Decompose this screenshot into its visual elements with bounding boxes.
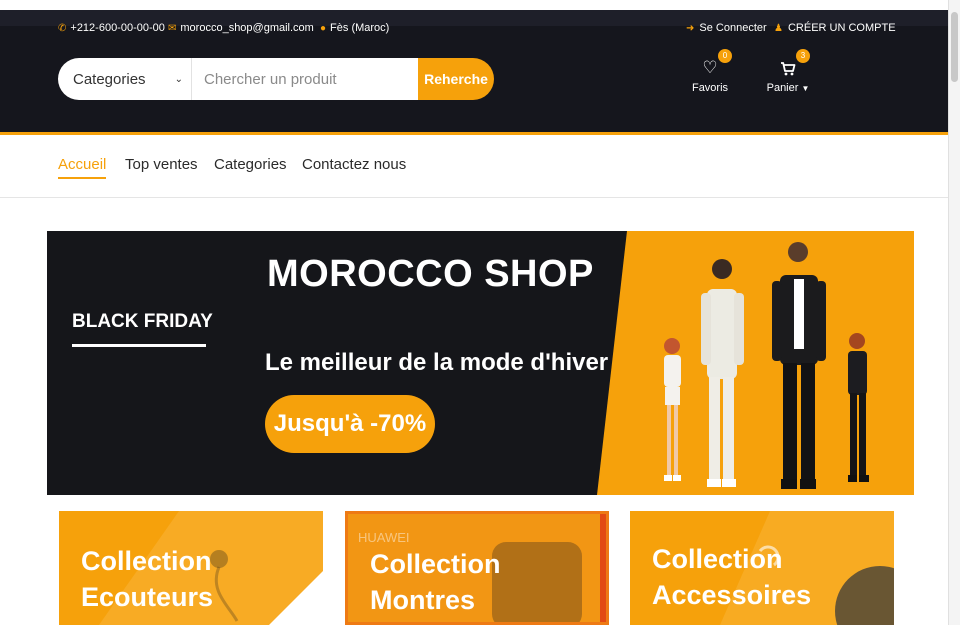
cart-icon — [758, 58, 818, 78]
collection-line2: Montres — [370, 585, 476, 615]
phone-text: +212-600-00-00-00 — [70, 22, 165, 34]
register-text: CRÉER UN COMPTE — [787, 22, 896, 34]
model-man — [772, 242, 826, 489]
hero-subtitle: Le meilleur de la mode d'hiver — [265, 349, 609, 376]
collection-title: Collection Ecouteurs — [81, 543, 213, 615]
collection-line1: Collection — [81, 546, 212, 576]
collection-line2: Accessoires — [652, 580, 812, 610]
collection-card-accessories[interactable]: Collection Accessoires — [630, 511, 894, 625]
main-nav: Accueil Top ventes Categories Contactez … — [0, 138, 948, 198]
location-text: Fès (Maroc) — [330, 22, 390, 34]
nav-item-top-ventes[interactable]: Top ventes — [125, 156, 198, 173]
hero-title: MOROCCO SHOP — [267, 253, 594, 295]
nav-item-contact[interactable]: Contactez nous — [302, 156, 406, 173]
contact-location: ● Fès (Maroc) — [320, 22, 389, 34]
category-select-value: Categories — [73, 70, 146, 88]
category-select[interactable]: Categories ⌄ — [58, 58, 192, 100]
cart-label: Panier — [766, 82, 799, 94]
login-link[interactable]: ➜ Se Connecter — [686, 22, 767, 34]
contact-phone: ✆ +212-600-00-00-00 — [58, 22, 165, 34]
collection-line2: Ecouteurs — [81, 582, 214, 612]
caret-down-icon: ▼ — [801, 84, 810, 93]
login-text: Se Connecter — [699, 22, 767, 34]
email-text: morocco_shop@gmail.com — [180, 22, 314, 34]
cart-label-wrap: Panier ▼ — [758, 82, 818, 94]
site-header: ✆ +212-600-00-00-00 ✉ morocco_shop@gmail… — [0, 10, 948, 135]
browser-top-strip — [0, 0, 948, 10]
envelope-icon: ✉ — [168, 22, 177, 34]
cart-button[interactable]: 3 Panier ▼ — [758, 49, 818, 94]
hero-models-image — [664, 242, 869, 489]
map-pin-icon: ● — [320, 22, 327, 34]
model-woman — [701, 259, 744, 487]
collection-title: Collection Montres — [370, 546, 501, 618]
sign-in-icon: ➜ — [686, 22, 695, 34]
scrollbar-thumb[interactable] — [951, 12, 958, 82]
page: ✆ +212-600-00-00-00 ✉ morocco_shop@gmail… — [0, 0, 960, 625]
search-bar: Categories ⌄ Reherche — [58, 58, 494, 100]
search-button[interactable]: Reherche — [418, 58, 494, 100]
user-plus-icon: ♟ — [774, 22, 783, 34]
heart-icon: ♡ — [702, 58, 718, 77]
search-input[interactable] — [192, 58, 418, 100]
contact-email[interactable]: ✉ morocco_shop@gmail.com — [168, 22, 314, 34]
black-friday-underline — [72, 344, 206, 347]
cart-count-badge: 3 — [796, 49, 810, 63]
wishlist-label: Favoris — [691, 82, 729, 94]
nav-item-categories[interactable]: Categories — [214, 156, 287, 173]
register-link[interactable]: ♟ CRÉER UN COMPTE — [774, 22, 896, 34]
huawei-brand: HUAWEI — [358, 530, 410, 545]
collection-line1: Collection — [370, 549, 501, 579]
hero-banner[interactable]: MOROCCO SHOP BLACK FRIDAY Le meilleur de… — [47, 231, 914, 495]
hero-promo-button[interactable]: Jusqu'à -70% — [265, 395, 435, 453]
collection-card-watches[interactable]: HUAWEI Collection Montres — [345, 511, 609, 625]
collection-card-earphones[interactable]: Collection Ecouteurs — [59, 511, 323, 625]
wishlist-count-badge: 0 — [718, 49, 732, 63]
phone-icon: ✆ — [58, 22, 67, 34]
chevron-down-icon: ⌄ — [174, 73, 183, 85]
collection-title: Collection Accessoires — [652, 541, 811, 613]
model-girl — [664, 338, 681, 481]
model-boy — [848, 333, 869, 482]
black-friday-label: BLACK FRIDAY — [72, 311, 213, 332]
collection-line1: Collection — [652, 544, 783, 574]
nav-item-accueil[interactable]: Accueil — [58, 156, 107, 179]
page-scrollbar[interactable] — [948, 0, 960, 625]
wishlist-button[interactable]: ♡ 0 Favoris — [680, 49, 740, 94]
